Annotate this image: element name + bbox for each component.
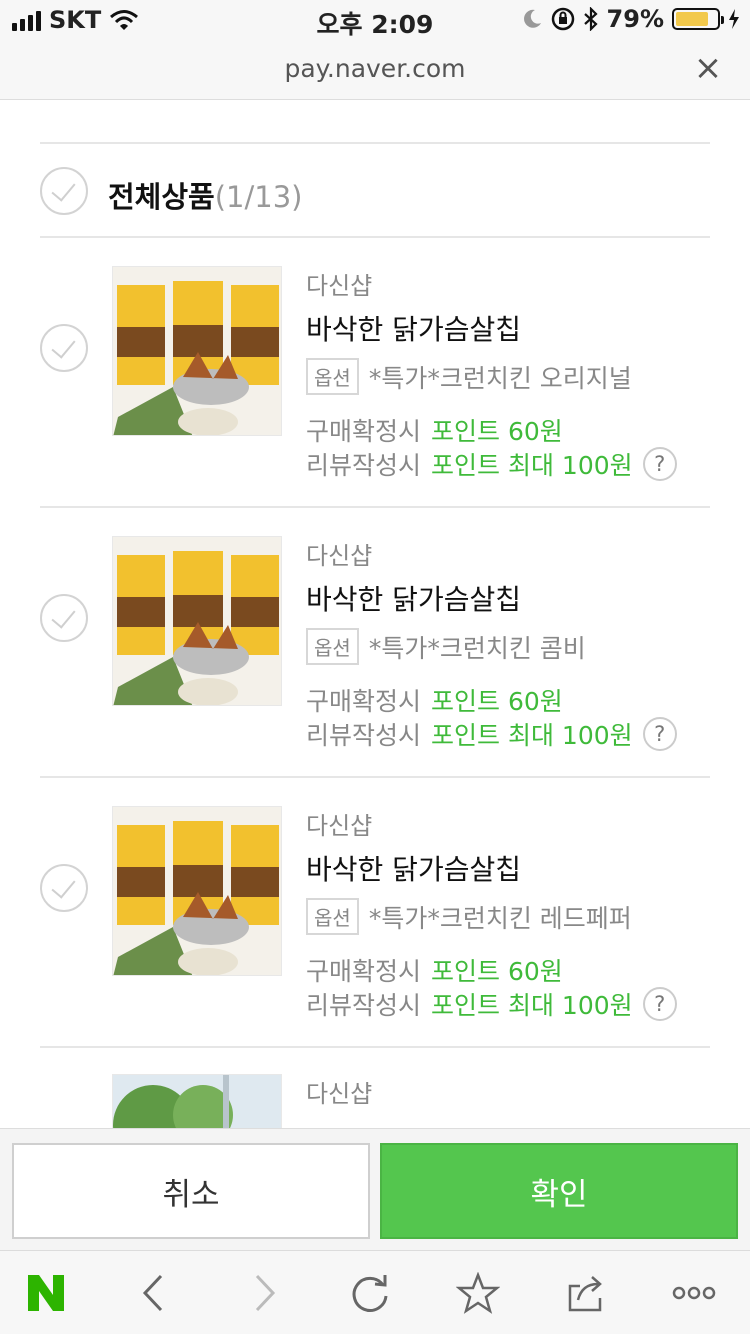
product-thumbnail[interactable] <box>112 536 282 706</box>
list-item: 다신샵 바삭한 닭가슴살칩 옵션 *특가*크런치킨 레드페퍼 구매확정시 포인트… <box>40 778 710 1048</box>
review-label: 리뷰작성시 <box>306 991 422 1020</box>
list-item: 다신샵 <box>40 1048 710 1128</box>
purchase-label: 구매확정시 <box>306 417 422 446</box>
confirm-button[interactable]: 확인 <box>380 1143 738 1239</box>
selected-count: (1/13) <box>214 180 303 214</box>
list-item: 다신샵 바삭한 닭가슴살칩 옵션 *특가*크런치킨 오리지널 구매확정시 포인트… <box>40 238 710 508</box>
charging-icon <box>729 9 739 29</box>
url-text[interactable]: pay.naver.com <box>0 54 750 83</box>
seller-name: 다신샵 <box>306 272 373 300</box>
help-icon[interactable]: ? <box>642 447 677 481</box>
help-icon[interactable]: ? <box>642 717 677 751</box>
option-text: *특가*크런치킨 레드페퍼 <box>368 903 632 933</box>
review-label: 리뷰작성시 <box>306 451 422 480</box>
product-thumbnail[interactable] <box>112 1074 282 1128</box>
reload-icon[interactable] <box>340 1265 400 1321</box>
review-point: 포인트 최대 100원 <box>431 991 633 1020</box>
help-icon[interactable]: ? <box>642 987 677 1021</box>
purchase-point: 포인트 60원 <box>431 957 563 986</box>
option-badge: 옵션 <box>306 628 359 665</box>
cancel-button[interactable]: 취소 <box>12 1143 370 1239</box>
battery-icon <box>672 8 724 30</box>
product-thumbnail[interactable] <box>112 266 282 436</box>
close-icon[interactable]: × <box>690 50 726 86</box>
option-text: *특가*크런치킨 오리지널 <box>368 363 632 393</box>
bookmark-star-icon[interactable] <box>448 1265 508 1321</box>
purchase-label: 구매확정시 <box>306 687 422 716</box>
back-icon[interactable] <box>124 1265 184 1321</box>
browser-toolbar <box>0 1250 750 1334</box>
seller-name: 다신샵 <box>306 542 373 570</box>
product-list: 전체상품(1/13) 다신샵 바삭한 닭가슴살칩 옵션 *특가*크런치킨 오리지… <box>0 100 750 1128</box>
list-item: 다신샵 바삭한 닭가슴살칩 옵션 *특가*크런치킨 콤비 구매확정시 포인트 6… <box>40 508 710 778</box>
bluetooth-icon <box>583 7 598 31</box>
address-bar: pay.naver.com × <box>0 40 750 100</box>
product-thumbnail[interactable] <box>112 806 282 976</box>
purchase-label: 구매확정시 <box>306 957 422 986</box>
select-all-label: 전체상품 <box>108 180 215 214</box>
action-bar: 취소 확인 <box>0 1128 750 1250</box>
purchase-point: 포인트 60원 <box>431 687 563 716</box>
review-label: 리뷰작성시 <box>306 721 422 750</box>
more-icon[interactable] <box>664 1265 724 1321</box>
product-name[interactable]: 바삭한 닭가슴살칩 <box>306 578 521 618</box>
product-name[interactable]: 바삭한 닭가슴살칩 <box>306 848 521 888</box>
forward-icon[interactable] <box>234 1265 294 1321</box>
product-name[interactable]: 바삭한 닭가슴살칩 <box>306 308 521 348</box>
status-bar: SKT 오후 2:09 79% <box>0 0 750 40</box>
seller-name: 다신샵 <box>306 812 373 840</box>
share-icon[interactable] <box>556 1265 616 1321</box>
item-checkbox[interactable] <box>40 324 88 372</box>
moon-icon <box>523 9 541 28</box>
option-text: *특가*크런치킨 콤비 <box>368 633 586 663</box>
battery-percent: 79% <box>606 5 664 33</box>
option-badge: 옵션 <box>306 898 359 935</box>
select-all-row[interactable]: 전체상품(1/13) <box>40 144 710 238</box>
review-point: 포인트 최대 100원 <box>431 451 633 480</box>
naver-home-icon[interactable] <box>16 1265 76 1321</box>
option-badge: 옵션 <box>306 358 359 395</box>
item-checkbox[interactable] <box>40 864 88 912</box>
review-point: 포인트 최대 100원 <box>431 721 633 750</box>
purchase-point: 포인트 60원 <box>431 417 563 446</box>
item-checkbox[interactable] <box>40 594 88 642</box>
rotation-lock-icon <box>551 7 574 31</box>
select-all-checkbox[interactable] <box>40 167 88 215</box>
seller-name: 다신샵 <box>306 1080 373 1108</box>
